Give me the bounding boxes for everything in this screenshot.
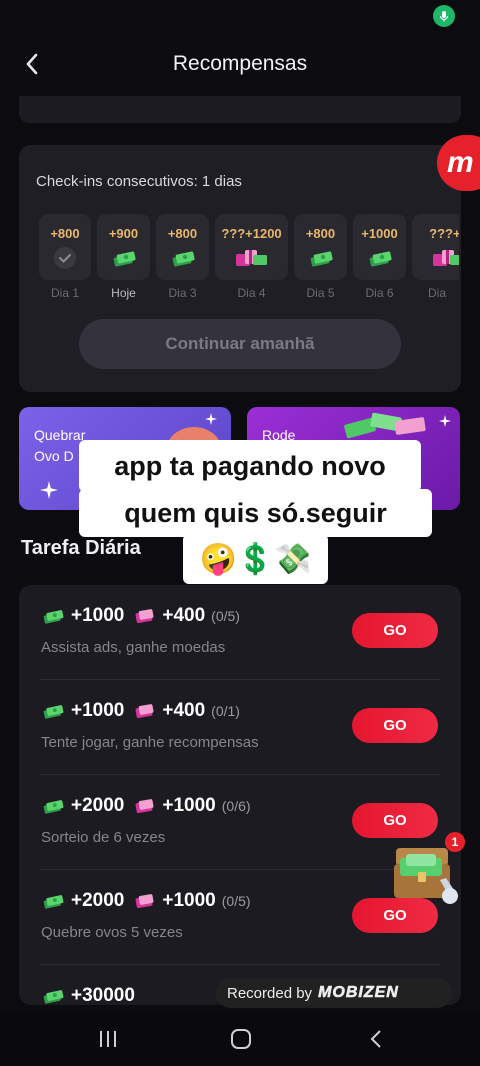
gift-icon — [235, 250, 267, 266]
gem-icon — [135, 704, 154, 718]
cash-icon — [172, 251, 195, 267]
task-description: Quebre ovos 5 vezes — [41, 924, 183, 941]
day-amount: +900 — [108, 226, 139, 241]
task-progress: (0/1) — [211, 703, 240, 719]
back-icon — [370, 1030, 381, 1048]
coin-reward: +2000 — [71, 795, 125, 816]
coin-reward: +1000 — [71, 700, 125, 721]
task-list: +1000 +400 (0/5) Assista ads, ganhe moed… — [19, 585, 461, 1005]
video-caption-line: quem quis só.seguir — [79, 489, 432, 537]
task-row: +1000 +400 (0/1) Tente jogar, ganhe reco… — [19, 680, 461, 775]
checkin-days: +800 Dia 1 +900 Hoje +800 Dia 3 ???+1200… — [39, 214, 459, 304]
status-bar — [0, 0, 480, 36]
video-caption-line: app ta pagando novo — [79, 440, 421, 492]
coin-reward: +30000 — [71, 985, 135, 1005]
day-label: Hoje — [111, 286, 136, 300]
cash-icon — [43, 990, 64, 1004]
sparkle-icon — [40, 481, 58, 499]
go-button[interactable]: GO — [352, 708, 438, 743]
day-amount: +800 — [167, 226, 198, 241]
go-button[interactable]: GO — [352, 803, 438, 838]
gem-reward: +400 — [162, 700, 206, 721]
day-amount: +1000 — [361, 226, 398, 241]
day-label: Dia 4 — [237, 286, 266, 300]
checkin-day: +1000 Dia 6 — [353, 214, 406, 304]
system-back-button[interactable] — [356, 1024, 396, 1054]
cash-icon — [43, 800, 64, 814]
task-description: Sorteio de 6 vezes — [41, 829, 166, 846]
cash-icon — [43, 705, 64, 719]
gift-icon — [432, 250, 459, 266]
checkin-day: +800 Dia 1 — [39, 214, 91, 304]
day-amount: +800 — [50, 226, 80, 241]
task-description: Assista ads, ganhe moedas — [41, 639, 226, 656]
recent-apps-button[interactable] — [88, 1024, 128, 1054]
top-card — [19, 96, 461, 123]
day-label: Dia 6 — [365, 286, 394, 300]
video-caption-emoji: 🤪💲💸 — [183, 534, 328, 584]
system-nav-bar — [0, 1010, 480, 1066]
task-progress: (0/5) — [211, 608, 240, 624]
gem-icon — [135, 609, 154, 623]
banner-label-line1: Quebrar — [34, 427, 86, 443]
gem-reward: +1000 — [162, 890, 216, 911]
recorder-text: Recorded by — [227, 984, 313, 1002]
checkin-day: +800 Dia 5 — [294, 214, 347, 304]
recorder-brand: MOBIZEN — [318, 984, 399, 1002]
day-label: Dia 1 — [50, 286, 79, 300]
daily-tasks-title: Tarefa Diária — [21, 537, 141, 559]
gem-icon — [135, 799, 154, 813]
coin-reward: +1000 — [71, 605, 125, 626]
notification-badge: 1 — [445, 832, 465, 852]
checkin-day: +800 Dia 3 — [156, 214, 209, 304]
checkin-day: +900 Hoje — [97, 214, 150, 304]
continue-tomorrow-button[interactable]: Continuar amanhã — [79, 319, 401, 369]
home-icon — [231, 1029, 251, 1049]
gem-icon — [135, 894, 154, 908]
task-progress: (0/6) — [221, 798, 251, 814]
cash-icon — [43, 895, 64, 909]
cash-icon — [43, 610, 64, 624]
checkin-day: ???+2 Dia — [412, 214, 459, 304]
microphone-icon — [433, 5, 455, 27]
cash-icon — [369, 251, 392, 267]
checkin-title: Check-ins consecutivos: 1 dias — [36, 173, 242, 190]
day-label: Dia — [428, 286, 447, 300]
gem-reward: +1000 — [162, 795, 216, 816]
day-label: Dia 5 — [306, 286, 335, 300]
task-row: +1000 +400 (0/5) Assista ads, ganhe moed… — [19, 585, 461, 680]
go-button[interactable]: GO — [352, 613, 438, 648]
recent-apps-icon — [100, 1031, 116, 1047]
sparkle-icon — [439, 415, 451, 427]
task-progress: (0/5) — [221, 893, 251, 909]
banner-label-line2: Ovo D — [34, 448, 74, 464]
cash-icon — [113, 251, 136, 267]
day-label: Dia 3 — [168, 286, 197, 300]
app-header: Recompensas — [0, 40, 480, 88]
coin-reward: +2000 — [71, 890, 125, 911]
task-description: Tente jogar, ganhe recompensas — [41, 734, 259, 751]
gem-reward: +400 — [162, 605, 206, 626]
recorder-watermark: Recorded by MOBIZEN — [216, 978, 452, 1008]
day-amount: ???+2 — [429, 226, 459, 241]
checkin-card: Check-ins consecutivos: 1 dias +800 Dia … — [19, 145, 461, 392]
page-title: Recompensas — [172, 52, 308, 75]
day-amount: ???+1200 — [221, 226, 282, 241]
check-icon — [54, 247, 76, 269]
checkin-day: ???+1200 Dia 4 — [215, 214, 288, 304]
day-amount: +800 — [305, 226, 336, 241]
home-button[interactable] — [221, 1024, 261, 1054]
cash-icon — [310, 251, 333, 267]
